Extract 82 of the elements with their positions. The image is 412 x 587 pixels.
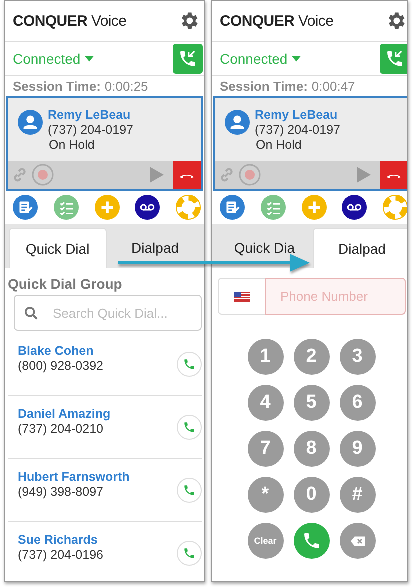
session-label: Session Time:: [13, 78, 101, 94]
add-icon[interactable]: [302, 195, 326, 220]
dial-key[interactable]: *: [248, 477, 284, 513]
status-dropdown[interactable]: Connected: [13, 50, 81, 66]
call-button[interactable]: [177, 352, 202, 376]
checklist-icon[interactable]: [260, 195, 286, 220]
app-logo: CONQUER Voice: [220, 12, 334, 30]
link-icon[interactable]: [218, 166, 236, 184]
session-time: 0:00:25: [104, 78, 148, 94]
contact-name[interactable]: Daniel Amazing: [18, 407, 111, 422]
phone-arrow-icon: [385, 48, 405, 68]
dial-key[interactable]: 5: [294, 385, 330, 421]
contact-number: (737) 204-0210: [18, 422, 104, 437]
call-button[interactable]: [177, 540, 202, 566]
voicemail-icon[interactable]: [342, 195, 368, 220]
phone-icon: [183, 484, 196, 496]
call-state: On Hold: [48, 138, 96, 153]
contact-number: (949) 398-8097: [18, 485, 104, 500]
phone-icon: [183, 358, 196, 370]
dial-key[interactable]: 3: [340, 339, 376, 375]
incoming-call-button[interactable]: [380, 44, 407, 74]
caret-icon: [84, 56, 94, 62]
phone-icon: [183, 546, 196, 560]
hang-up-button[interactable]: [380, 161, 407, 189]
dial-key[interactable]: 8: [294, 431, 330, 467]
record-icon[interactable]: [32, 164, 54, 186]
clear-button[interactable]: Clear: [248, 523, 284, 559]
caller-name: Remy LeBeau: [48, 108, 132, 123]
search-icon: [24, 306, 39, 321]
lifebuoy-icon[interactable]: [176, 195, 201, 220]
link-icon[interactable]: [11, 166, 29, 184]
incoming-call-button[interactable]: [173, 44, 203, 74]
contact-number: (737) 204-0196: [18, 548, 104, 563]
caller-number: (737) 204-0197: [48, 123, 134, 138]
checklist-icon[interactable]: [54, 195, 79, 220]
voicemail-icon[interactable]: [135, 195, 160, 220]
contact-name[interactable]: Sue Richards: [18, 533, 104, 548]
avatar-icon: [225, 110, 250, 135]
phone-icon: [302, 531, 322, 551]
flag-icon[interactable]: [234, 292, 250, 302]
caret-icon: [292, 56, 301, 62]
phone-icon: [183, 420, 196, 434]
avatar-icon: [18, 110, 43, 135]
group-title: Quick Dial Group: [8, 276, 124, 292]
dial-key[interactable]: #: [340, 477, 376, 513]
phone-number-field[interactable]: Phone Number: [264, 278, 406, 315]
contact-name[interactable]: Blake Cohen: [18, 344, 104, 359]
play-icon[interactable]: [355, 166, 373, 184]
tab[interactable]: Dialpad: [313, 228, 407, 268]
app-logo: CONQUER Voice: [13, 12, 127, 30]
search-field[interactable]: Search Quick Dial...: [14, 295, 202, 331]
backspace-icon: [350, 536, 366, 546]
tab[interactable]: Quick Dial: [9, 228, 107, 268]
dial-key[interactable]: 4: [248, 385, 284, 421]
add-icon[interactable]: [94, 195, 120, 220]
session-time: 0:00:47: [312, 78, 356, 94]
caller-name: Remy LeBeau: [255, 108, 339, 123]
call-button[interactable]: [294, 523, 330, 559]
dial-key[interactable]: 9: [340, 431, 376, 467]
call-button[interactable]: [177, 414, 202, 440]
dial-key[interactable]: 1: [248, 339, 284, 375]
session-label: Session Time:: [220, 78, 308, 94]
contact-number: (800) 928-0392: [18, 359, 104, 374]
notes-icon[interactable]: [13, 195, 38, 220]
lifebuoy-icon[interactable]: [383, 195, 407, 220]
contact-name[interactable]: Hubert Farnsworth: [18, 470, 130, 485]
caller-number: (737) 204-0197: [255, 123, 340, 138]
record-icon[interactable]: [239, 164, 261, 186]
dial-key[interactable]: 7: [248, 431, 284, 467]
dial-key[interactable]: 0: [294, 477, 330, 513]
call-state: On Hold: [255, 138, 303, 153]
play-icon[interactable]: [148, 166, 166, 184]
status-dropdown[interactable]: Connected: [220, 50, 288, 66]
dial-key[interactable]: 6: [340, 385, 376, 421]
tab[interactable]: Quick Dia: [216, 228, 314, 268]
phone-arrow-icon: [178, 48, 198, 68]
call-button[interactable]: [177, 478, 202, 502]
tab[interactable]: Dialpad: [106, 228, 204, 268]
notes-icon[interactable]: [220, 195, 245, 220]
hang-up-button[interactable]: [173, 161, 201, 189]
dial-key[interactable]: 2: [294, 339, 330, 375]
backspace-button[interactable]: [340, 523, 376, 559]
